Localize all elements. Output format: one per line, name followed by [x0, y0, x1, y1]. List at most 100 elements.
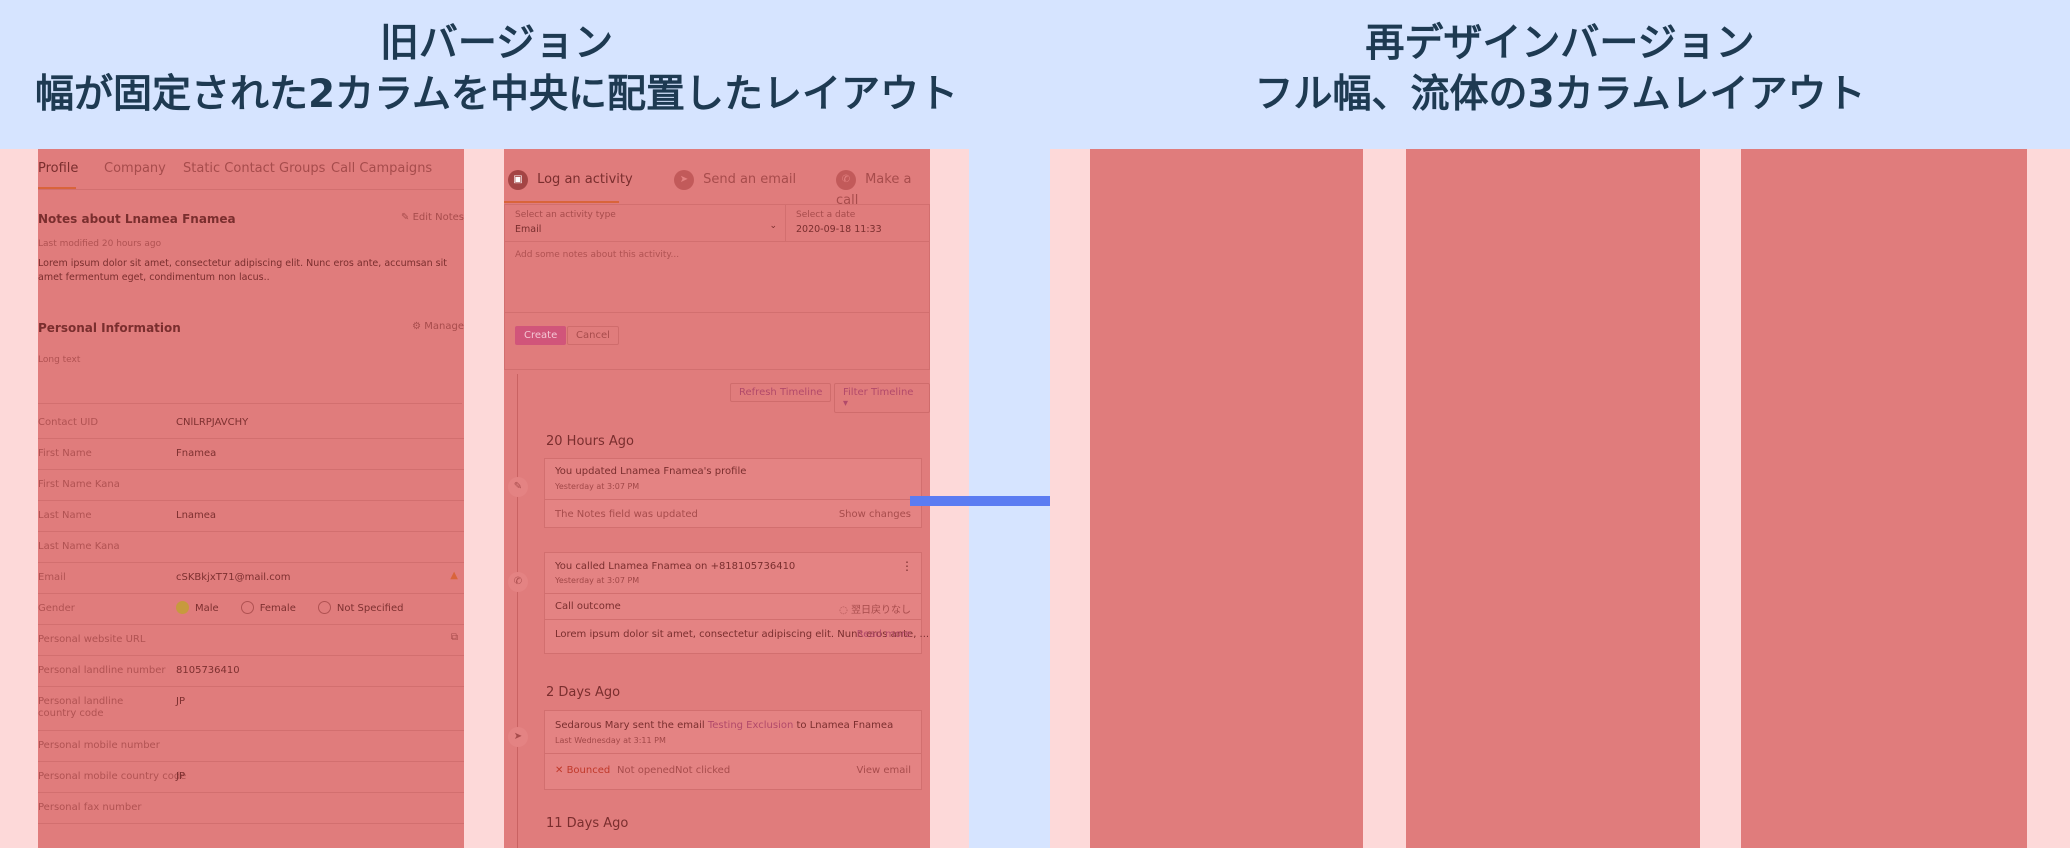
radio-icon: [317, 601, 331, 614]
tabs-divider: [38, 189, 464, 190]
field-row[interactable]: First Name Fnamea: [38, 438, 464, 470]
tab-static-contact-groups[interactable]: Static Contact Groups: [183, 161, 325, 176]
more-menu-icon[interactable]: ⋮: [901, 559, 913, 573]
notes-title: Notes about Lnamea Fnamea: [38, 212, 236, 226]
entry-title: Sedarous Mary sent the email Testing Exc…: [555, 720, 894, 731]
redesign-column-1: [1090, 149, 1363, 848]
activity-notes-input[interactable]: Add some notes about this activity...: [505, 242, 929, 313]
timeline-entry-call: You called Lnamea Fnamea on +81810573641…: [544, 552, 929, 654]
activity-date-label: Select a date: [796, 210, 856, 220]
activity-tab-underline: [504, 201, 619, 203]
call-outcome-label: Call outcome: [555, 601, 621, 612]
activity-tab-email[interactable]: ➤ Send an email: [674, 169, 796, 190]
field-row[interactable]: Email cSKBkjxT71@mail.com ▲: [38, 562, 464, 594]
timeline-entry-profile-update: You updated Lnamea Fnamea's profile Yest…: [544, 458, 922, 528]
activity-date-field[interactable]: Select a date 2020-09-18 11:33: [786, 205, 929, 242]
entry-title: You updated Lnamea Fnamea's profile: [555, 466, 747, 477]
old-version-heading: 旧バージョン 幅が固定された2カラムを中央に配置したレイアウト: [0, 18, 993, 120]
bounced-status: ✕ Bounced: [555, 765, 611, 776]
field-label: First Name: [38, 448, 92, 459]
paper-plane-icon: ➤: [508, 727, 528, 747]
field-value: Lnamea: [176, 510, 217, 521]
timeline-group-11d: 11 Days Ago: [546, 816, 629, 831]
old-right-column: ▣ Log an activity ➤ Send an email ✆ Make…: [504, 149, 930, 848]
activity-notes-placeholder: Add some notes about this activity...: [515, 250, 680, 260]
tab-company[interactable]: Company: [104, 161, 166, 176]
gender-radio-group: Male Female Not Specified: [176, 601, 425, 614]
tab-profile[interactable]: Profile: [38, 161, 78, 176]
activity-tab-log[interactable]: ▣ Log an activity: [508, 169, 633, 190]
gender-option[interactable]: Male: [176, 601, 219, 614]
paper-plane-icon: ➤: [674, 169, 694, 190]
status-dot-icon: ◌: [839, 605, 851, 616]
activity-form: Select an activity type Email ⌄ Select a…: [504, 204, 930, 370]
old-version-title: 旧バージョン: [379, 21, 614, 66]
field-label: Email: [38, 572, 66, 583]
radio-icon: [240, 601, 254, 614]
timeline-group-20h: 20 Hours Ago: [546, 434, 634, 449]
manage-link[interactable]: ⚙ Manage: [412, 321, 464, 332]
field-row[interactable]: Contact UID CNlLRPJAVCHY: [38, 407, 464, 439]
edit-notes-link[interactable]: ✎ Edit Notes: [401, 212, 464, 223]
redesign-heading: 再デザインバージョン フル幅、流体の3カラムレイアウト: [1050, 18, 2070, 120]
field-label: Personal mobile country code: [38, 771, 187, 782]
timeline-line: [517, 374, 518, 848]
redesign-title: 再デザインバージョン: [1365, 21, 1755, 66]
call-outcome-value: ◌ 翌日戻りなし: [839, 605, 911, 616]
chevron-down-icon: ⌄: [769, 221, 777, 231]
activity-type-label: Select an activity type: [515, 210, 616, 220]
read-more-link[interactable]: Read more: [857, 629, 911, 640]
show-changes-link[interactable]: Show changes: [839, 509, 911, 520]
field-row[interactable]: Gender Male Female Not Specified: [38, 593, 464, 625]
field-row[interactable]: First Name Kana: [38, 469, 464, 501]
cancel-button[interactable]: Cancel: [567, 326, 619, 345]
field-value: JP: [176, 696, 185, 707]
activity-tab-call[interactable]: ✆ Make a call: [836, 169, 930, 209]
redesign-subtitle: フル幅、流体の3カラムレイアウト: [1254, 72, 1866, 117]
tab-call-campaigns[interactable]: Call Campaigns: [331, 161, 432, 176]
activity-type-select[interactable]: Select an activity type Email ⌄: [505, 205, 786, 242]
field-row[interactable]: Personal mobile number: [38, 730, 464, 762]
gear-icon: ⚙: [412, 321, 425, 332]
redesign-column-2: [1406, 149, 1700, 848]
external-link-icon[interactable]: ⧉: [451, 632, 458, 643]
refresh-timeline-button[interactable]: Refresh Timeline: [730, 383, 832, 402]
field-row[interactable]: Last Name Kana: [38, 531, 464, 563]
phone-icon: ✆: [836, 169, 856, 190]
field-row[interactable]: Personal mobile country code JP: [38, 761, 464, 793]
phone-icon: ✆: [508, 572, 528, 592]
long-text-area[interactable]: Long text: [38, 349, 462, 404]
field-row[interactable]: Last Name Lnamea: [38, 500, 464, 532]
timeline-entry-email: Sedarous Mary sent the email Testing Exc…: [544, 710, 922, 790]
notes-modified: Last modified 20 hours ago: [38, 239, 162, 249]
pencil-icon: ✎: [401, 212, 413, 223]
old-version-subtitle: 幅が固定された2カラムを中央に配置したレイアウト: [35, 72, 958, 117]
gender-option[interactable]: Female: [240, 601, 296, 614]
notes-body[interactable]: Lorem ipsum dolor sit amet, consectetur …: [38, 257, 456, 285]
field-label: First Name Kana: [38, 479, 120, 490]
entry-title: You called Lnamea Fnamea on +81810573641…: [555, 561, 796, 572]
radio-checked-icon: [176, 601, 189, 614]
field-label: Contact UID: [38, 417, 99, 428]
filter-timeline-button[interactable]: Filter Timeline ▾: [834, 383, 930, 413]
field-value: Fnamea: [176, 448, 217, 459]
email-subject-link[interactable]: Testing Exclusion: [708, 720, 793, 731]
field-row[interactable]: Personal landline country code JP: [38, 686, 464, 731]
view-email-link[interactable]: View email: [857, 765, 912, 776]
entry-detail: The Notes field was updated: [555, 509, 698, 520]
old-left-column: Profile Company Static Contact Groups Ca…: [38, 149, 464, 848]
opened-status: Not opened: [617, 765, 676, 776]
entry-divider: [545, 593, 921, 594]
field-row[interactable]: Personal landline number 8105736410: [38, 655, 464, 687]
entry-divider: [545, 499, 921, 500]
field-value: cSKBkjxT71@mail.com: [176, 572, 291, 583]
create-button[interactable]: Create: [515, 326, 567, 345]
field-row[interactable]: Personal fax number: [38, 792, 464, 824]
field-label: Last Name: [38, 510, 92, 521]
long-text-placeholder: Long text: [38, 355, 81, 365]
gender-option[interactable]: Not Specified: [317, 601, 403, 614]
field-value: JP: [176, 771, 185, 782]
pencil-icon: ✎: [508, 477, 528, 497]
field-row[interactable]: Personal website URL ⧉: [38, 624, 464, 656]
entry-time: Yesterday at 3:07 PM: [555, 482, 640, 491]
